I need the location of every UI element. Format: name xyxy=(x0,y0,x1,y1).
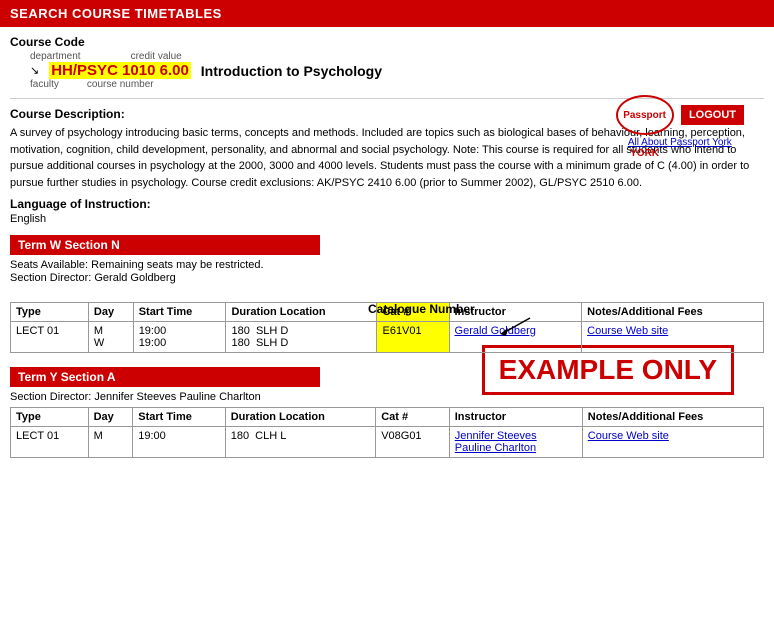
term-y-table: Type Day Start Time Duration Location Ca… xyxy=(10,407,764,458)
col-duration-location-y: Duration Location xyxy=(225,408,375,427)
language-value: English xyxy=(10,213,764,225)
course-code-highlight: HH/PSYC 1010 6.00 xyxy=(49,62,191,79)
notes-link[interactable]: Course Web site xyxy=(587,325,668,337)
table-row: LECT 01 M 19:00 180 CLH L V08G01 Jennife… xyxy=(11,427,764,458)
cell-day: MW xyxy=(88,322,133,353)
table-row: LECT 01 MW 19:0019:00 180 SLH D180 SLH D… xyxy=(11,322,764,353)
col-type: Type xyxy=(11,303,89,322)
col-duration-location: Duration Location xyxy=(226,303,377,322)
col-day: Day xyxy=(88,303,133,322)
course-number-label: course number xyxy=(87,79,154,90)
course-code-label: Course Code xyxy=(10,35,764,49)
passport-logo: PassportYORK xyxy=(616,95,674,135)
term-y-bar: Term Y Section A xyxy=(10,367,320,387)
instructor-link-jennifer[interactable]: Jennifer Steeves xyxy=(455,430,537,442)
cell-duration-location-y: 180 CLH L xyxy=(225,427,375,458)
cell-cat-num: E61V01 xyxy=(377,322,449,353)
term-w-bar: Term W Section N xyxy=(10,235,320,255)
col-start-time-y: Start Time xyxy=(133,408,225,427)
cell-day-y: M xyxy=(88,427,133,458)
logout-button[interactable]: LOGOUT xyxy=(681,105,744,125)
credit-value-label: credit value xyxy=(131,51,182,62)
catalogue-number-label: Catalogue Number xyxy=(368,302,475,316)
col-notes-y: Notes/Additional Fees xyxy=(582,408,763,427)
instructor-link-pauline[interactable]: Pauline Charlton xyxy=(455,442,536,454)
col-instructor-y: Instructor xyxy=(449,408,582,427)
col-cat-num-y: Cat # xyxy=(376,408,450,427)
faculty-label: faculty xyxy=(30,79,59,90)
header-title: SEARCH COURSE TIMETABLES xyxy=(10,6,222,21)
cell-instructor-y: Jennifer Steeves Pauline Charlton xyxy=(449,427,582,458)
header: SEARCH COURSE TIMETABLES xyxy=(0,0,774,27)
notes-link-y[interactable]: Course Web site xyxy=(588,430,669,442)
cell-start-time-y: 19:00 xyxy=(133,427,225,458)
course-name: Introduction to Psychology xyxy=(201,63,382,79)
col-day-y: Day xyxy=(88,408,133,427)
section-director-text: Section Director: Gerald Goldberg xyxy=(10,272,764,284)
seats-available-text: Seats Available: Remaining seats may be … xyxy=(10,259,764,271)
cell-notes: Course Web site xyxy=(582,322,764,353)
cell-type: LECT 01 xyxy=(11,322,89,353)
col-start-time: Start Time xyxy=(133,303,226,322)
language-label: Language of Instruction: xyxy=(10,197,764,211)
col-notes: Notes/Additional Fees xyxy=(582,303,764,322)
cell-notes-y: Course Web site xyxy=(582,427,763,458)
cell-type-y: LECT 01 xyxy=(11,427,89,458)
col-type-y: Type xyxy=(11,408,89,427)
passport-link[interactable]: All About Passport York xyxy=(616,137,744,148)
cell-start-time: 19:0019:00 xyxy=(133,322,226,353)
cell-cat-num-y: V08G01 xyxy=(376,427,450,458)
department-label: department xyxy=(30,51,81,62)
catalogue-arrow-icon xyxy=(500,316,540,336)
cell-duration-location: 180 SLH D180 SLH D xyxy=(226,322,377,353)
